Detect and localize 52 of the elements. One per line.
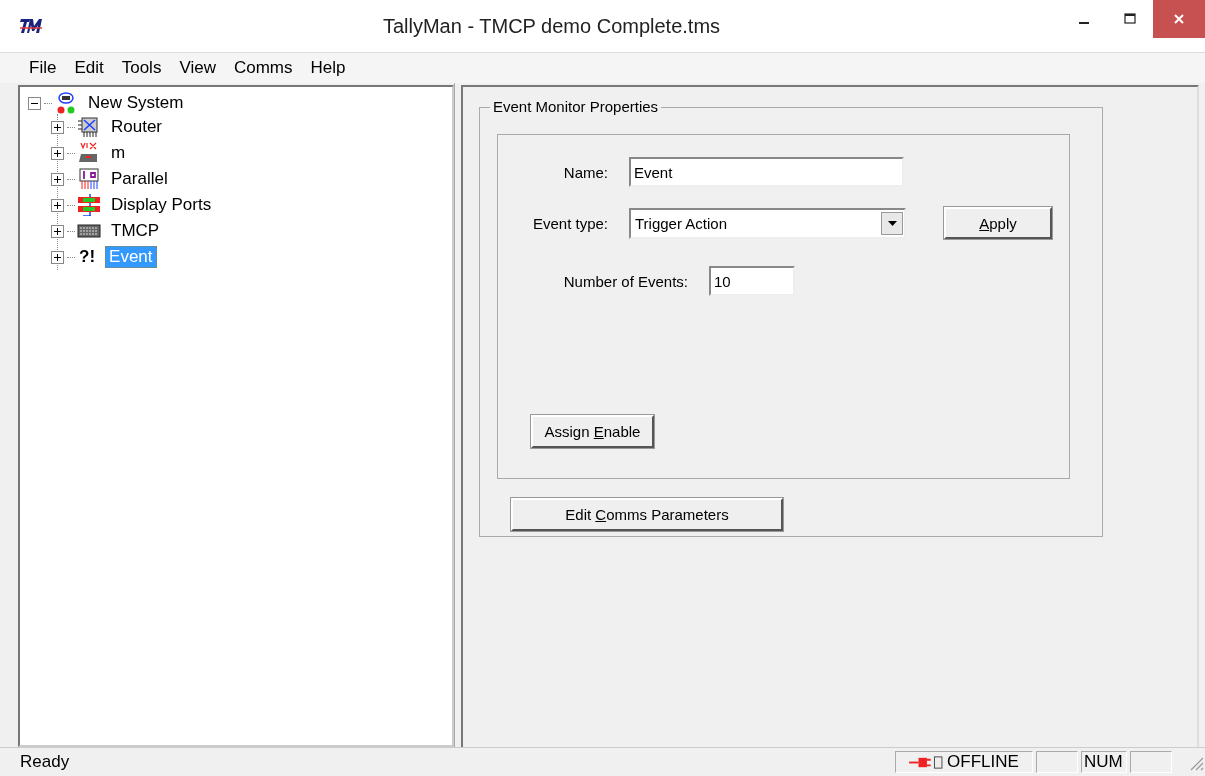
menu-item[interactable]: View [170, 58, 225, 78]
minimize-icon [1079, 22, 1089, 24]
plus-icon [53, 148, 62, 158]
menu-item[interactable]: Tools [112, 58, 171, 78]
tree-item[interactable]: New System [84, 92, 188, 114]
number-field[interactable]: 10 [709, 266, 795, 296]
field-label: Event type: [531, 214, 608, 232]
group-title: Event Monitor Properties [490, 98, 662, 115]
expand-toggle[interactable] [51, 224, 64, 238]
plug-icon [909, 754, 944, 770]
menu-item[interactable]: Edit [65, 58, 113, 78]
field-label: Name: [562, 163, 608, 181]
plus-icon [53, 122, 62, 132]
edit-comms-button[interactable]: Edit Comms Parameters [511, 498, 783, 531]
assign-enable-button[interactable]: Assign Enable [531, 415, 654, 448]
event-icon: ?! [79, 247, 96, 267]
status-pane [1130, 751, 1172, 773]
field-label: Number of Events: [562, 272, 688, 290]
close-icon [1173, 13, 1185, 25]
tree-item[interactable]: m [107, 142, 130, 164]
menu-item[interactable]: Comms [224, 58, 302, 78]
tree-item[interactable]: Display Ports [107, 194, 216, 216]
plus-icon [53, 226, 62, 236]
num-lock-indicator: NUM [1084, 752, 1123, 772]
window-title: TallyMan - TMCP demo Complete.tms [381, 14, 722, 38]
event-type-dropdown[interactable]: Trigger Action [629, 207, 906, 239]
apply-button[interactable]: Apply [944, 207, 1052, 239]
router-icon [77, 116, 101, 138]
expand-toggle[interactable] [51, 120, 64, 134]
menu-item[interactable]: Help [301, 58, 355, 78]
tree-item[interactable]: Parallel [107, 168, 172, 190]
name-field[interactable]: Event [629, 157, 904, 187]
expand-toggle[interactable] [28, 96, 41, 110]
tree-item[interactable]: Router [107, 116, 167, 138]
expand-toggle[interactable] [51, 146, 64, 160]
app-logo-icon [20, 17, 42, 35]
status-pane [1036, 751, 1078, 773]
plus-icon [53, 200, 62, 210]
expand-toggle[interactable] [51, 172, 64, 186]
expand-toggle[interactable] [51, 198, 64, 212]
plus-icon [53, 252, 62, 262]
maximize-icon [1124, 13, 1136, 25]
close-button[interactable] [1153, 0, 1205, 38]
plus-icon [53, 174, 62, 184]
connector-icon [77, 168, 101, 190]
tree-item[interactable]: TMCP [107, 220, 164, 242]
menu-item[interactable]: File [20, 58, 66, 78]
connection-status: OFFLINE [947, 752, 1019, 772]
expand-toggle[interactable] [51, 250, 64, 264]
status-text: Ready [19, 752, 71, 772]
dropdown-arrow-icon [887, 220, 897, 226]
display-icon [77, 194, 101, 216]
